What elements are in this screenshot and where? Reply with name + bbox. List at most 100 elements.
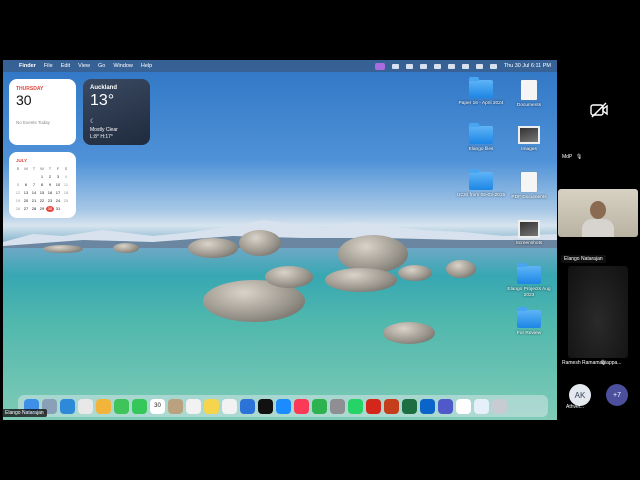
weather-condition: Mostly Clear bbox=[90, 127, 118, 133]
month-name: JULY bbox=[16, 158, 28, 163]
folder-icon[interactable]: UCSI from 05-03-2015 bbox=[455, 169, 507, 199]
menu-view[interactable]: View bbox=[78, 63, 90, 69]
calendar-day bbox=[22, 174, 30, 180]
facetime-icon[interactable] bbox=[114, 398, 129, 414]
calendar-day: 17 bbox=[55, 190, 61, 195]
battery-icon[interactable] bbox=[447, 63, 455, 69]
weather-widget[interactable]: Auckland 13° ☾ Mostly Clear L:8° H:17° bbox=[83, 79, 150, 145]
calendar-day: 29 bbox=[39, 206, 45, 211]
img-glyph bbox=[518, 126, 540, 144]
excel-icon[interactable] bbox=[402, 398, 417, 414]
participant-muted-name: MdP bbox=[562, 154, 573, 160]
screen-share-indicator-icon[interactable] bbox=[374, 62, 385, 70]
participant-name: Ramesh Ramamaniappa... bbox=[562, 360, 622, 366]
calendar-day: 30 bbox=[46, 206, 54, 212]
help-icon[interactable] bbox=[456, 398, 471, 414]
settings-icon[interactable] bbox=[330, 398, 345, 414]
status-icon[interactable] bbox=[405, 63, 413, 69]
menu-file[interactable]: File bbox=[44, 63, 53, 69]
desktop-icon-label: For Review bbox=[516, 331, 542, 336]
calendar-day: 5 bbox=[16, 182, 20, 187]
calendar-day: 21 bbox=[31, 198, 37, 203]
folder-icon[interactable]: Paper 16 - April 2024 bbox=[455, 77, 507, 107]
menu-finder[interactable]: Finder bbox=[19, 63, 36, 69]
freeform-icon[interactable] bbox=[222, 398, 237, 414]
weekday-header: W bbox=[40, 166, 44, 171]
calendar-icon[interactable]: 30 bbox=[150, 398, 165, 414]
avatar-name: Athvel... bbox=[566, 404, 585, 410]
calendar-day: 20 bbox=[23, 198, 29, 203]
rock bbox=[239, 230, 281, 256]
menu-go[interactable]: Go bbox=[98, 63, 105, 69]
contacts-icon[interactable] bbox=[168, 398, 183, 414]
photos-icon[interactable] bbox=[96, 398, 111, 414]
desktop-icon-label: Elango files bbox=[468, 147, 494, 152]
participant-shirt bbox=[582, 219, 614, 237]
teams-icon[interactable] bbox=[438, 398, 453, 414]
widget-date: 30 bbox=[16, 92, 32, 108]
keynote-icon[interactable] bbox=[240, 398, 255, 414]
menu-edit[interactable]: Edit bbox=[61, 63, 70, 69]
desktop-icon-label: PDF Documents bbox=[511, 195, 547, 200]
moon-icon: ☾ bbox=[90, 119, 96, 125]
trash-icon[interactable] bbox=[492, 398, 507, 414]
calendar-day bbox=[30, 174, 38, 180]
folder-glyph bbox=[469, 123, 493, 144]
more-participants-button[interactable]: +7 bbox=[606, 384, 628, 406]
menu-help[interactable]: Help bbox=[141, 63, 152, 69]
appletv-icon[interactable] bbox=[258, 398, 273, 414]
music-icon[interactable] bbox=[294, 398, 309, 414]
desktop-icon-label: Documents bbox=[516, 103, 542, 108]
status-icon[interactable] bbox=[419, 63, 427, 69]
calendar-day: 9 bbox=[48, 182, 52, 187]
calendar-day: 27 bbox=[23, 206, 29, 211]
calendar-widget[interactable]: THURSDAY 30 No Events Today bbox=[9, 79, 76, 145]
reminders-icon[interactable] bbox=[186, 398, 201, 414]
participant-video-tile[interactable] bbox=[558, 189, 638, 237]
appstore-icon[interactable] bbox=[276, 398, 291, 414]
participant-face bbox=[590, 201, 606, 219]
image-file-icon[interactable]: Images bbox=[503, 126, 555, 153]
preview-icon[interactable] bbox=[474, 398, 489, 414]
desktop-icon-label: Images bbox=[521, 147, 537, 152]
notes-icon[interactable] bbox=[204, 398, 219, 414]
avatar[interactable]: AK bbox=[569, 384, 591, 406]
weekday-header: F bbox=[56, 166, 60, 171]
rock bbox=[338, 235, 408, 273]
numbers-icon[interactable] bbox=[312, 398, 327, 414]
bluetooth-icon[interactable] bbox=[433, 63, 441, 69]
more-count: +7 bbox=[613, 391, 621, 399]
calendar-day: 8 bbox=[40, 182, 44, 187]
document-icon[interactable]: PDF Documents bbox=[503, 172, 555, 201]
menu-window[interactable]: Window bbox=[113, 63, 133, 69]
wifi-icon[interactable] bbox=[461, 63, 469, 69]
rock bbox=[446, 260, 476, 278]
document-icon[interactable]: Documents bbox=[503, 80, 555, 109]
participant-video-tile[interactable] bbox=[568, 266, 628, 358]
safari-icon[interactable] bbox=[60, 398, 75, 414]
calendar-day: 7 bbox=[32, 182, 36, 187]
control-center-icon[interactable] bbox=[489, 63, 497, 69]
messages-icon[interactable] bbox=[132, 398, 147, 414]
meeting-window: Finder File Edit View Go Window Help Thu… bbox=[0, 0, 640, 480]
chrome-icon[interactable] bbox=[78, 398, 93, 414]
calendar-day: 10 bbox=[55, 182, 61, 187]
calendar-day: 11 bbox=[63, 182, 69, 187]
participant-name-tag: Elango Natarajan bbox=[561, 255, 606, 263]
weather-city: Auckland bbox=[90, 85, 118, 91]
folder-icon[interactable]: Elango Projects Aug 2023 bbox=[503, 263, 555, 299]
month-calendar-widget[interactable]: JULY S M T W T F S 1 2 3 4 5 6 7 8 9 10 11 12 13 14 15 16 17 18 1… bbox=[9, 152, 76, 218]
calendar-day: 13 bbox=[23, 190, 29, 195]
outlook-icon[interactable] bbox=[420, 398, 435, 414]
whatsapp-icon[interactable] bbox=[348, 398, 363, 414]
powerpoint-icon[interactable] bbox=[384, 398, 399, 414]
folder-icon[interactable]: Elango files bbox=[455, 123, 507, 153]
status-icon[interactable] bbox=[391, 63, 399, 69]
camera-off-icon[interactable] bbox=[589, 101, 609, 119]
acrobat-icon[interactable] bbox=[366, 398, 381, 414]
image-file-icon[interactable]: Screenshots bbox=[503, 220, 555, 247]
folder-icon[interactable]: For Review bbox=[503, 307, 555, 337]
search-icon[interactable] bbox=[475, 63, 483, 69]
weather-hilo: L:8° H:17° bbox=[90, 134, 113, 140]
menu-clock[interactable]: Thu 30 Jul 6:11 PM bbox=[504, 63, 551, 69]
